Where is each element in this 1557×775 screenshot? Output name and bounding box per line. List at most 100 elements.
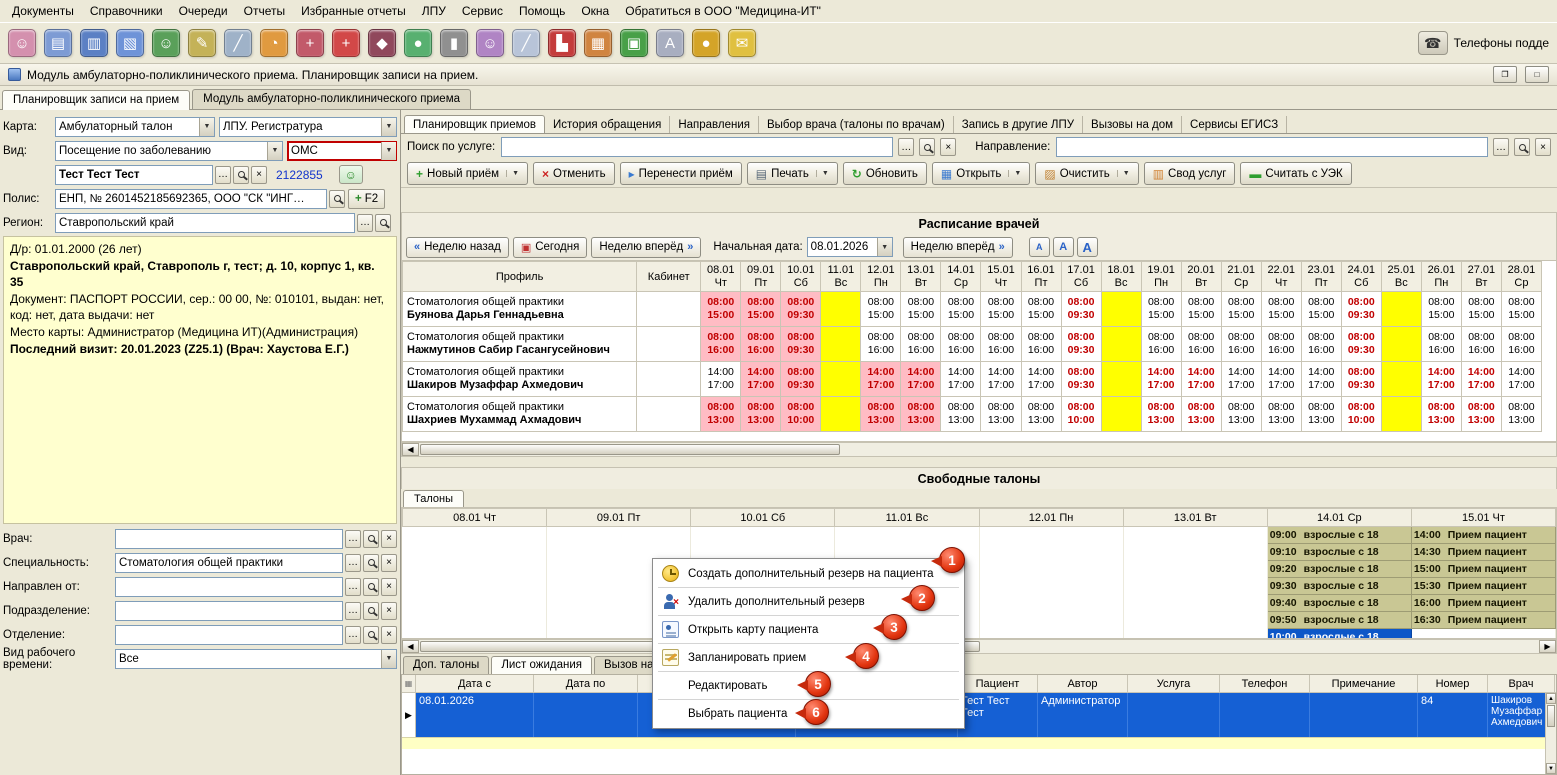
ticket-slot[interactable]: 14:00Прием пациент [1411, 527, 1555, 544]
bottom-tab[interactable]: Доп. талоны [403, 656, 489, 674]
schedule-cell[interactable]: 08:0015:00 [741, 292, 781, 327]
schedule-cell[interactable]: 08:0016:00 [901, 327, 941, 362]
schedule-cell[interactable]: 08:0016:00 [701, 327, 741, 362]
doctor-cell[interactable]: Стоматология общей практикиНажмутинов Са… [403, 327, 637, 362]
doctor-cell[interactable]: Стоматология общей практикиШахриев Мухам… [403, 397, 637, 432]
schedule-cell[interactable] [821, 327, 861, 362]
waitlist-empty-row[interactable] [402, 737, 1556, 749]
week-back-button[interactable]: « Неделю назад [406, 237, 509, 258]
schedule-cell[interactable] [1101, 397, 1141, 432]
schedule-cell[interactable] [1101, 327, 1141, 362]
dropdown-arrow-icon[interactable]: ▼ [506, 170, 519, 177]
week-forward-button[interactable]: Неделю вперёд » [591, 237, 701, 258]
schedule-cell[interactable]: 08:0016:00 [861, 327, 901, 362]
search-button[interactable] [363, 554, 379, 572]
context-menu-item[interactable]: Запланировать прием [655, 645, 962, 670]
schedule-clock-icon[interactable]: ◔ [260, 29, 288, 57]
ticket-slot[interactable]: 09:20взрослые с 18 [1267, 561, 1411, 578]
security-card-icon[interactable]: ▣ [620, 29, 648, 57]
documents-icon[interactable]: ▤ [44, 29, 72, 57]
today-button[interactable]: ▣ Сегодня [513, 237, 587, 258]
document-a-icon[interactable]: A [656, 29, 684, 57]
schedule-cell[interactable]: 14:0017:00 [701, 362, 741, 397]
menubar-item[interactable]: Справочники [82, 1, 171, 21]
doctor-icon[interactable]: ☺ [476, 29, 504, 57]
schedule-cell[interactable]: 08:0009:30 [1061, 292, 1101, 327]
dropdown-arrow-icon[interactable]: ▼ [816, 170, 829, 177]
schedule-cell[interactable]: 08:0016:00 [1501, 327, 1541, 362]
tickets-tab[interactable]: Талоны [403, 490, 464, 507]
padlock-icon[interactable]: ● [692, 29, 720, 57]
waitlist-selected-row[interactable]: ▶ 08.01.2026Тест Тест ТестАдминистратор8… [402, 693, 1556, 737]
schedule-cell[interactable]: 14:0017:00 [1461, 362, 1501, 397]
schedule-cell[interactable]: 08:0009:30 [1341, 292, 1381, 327]
schedule-cell[interactable]: 08:0013:00 [901, 397, 941, 432]
font-size-button[interactable]: A [1029, 237, 1050, 257]
lpu-select[interactable]: ЛПУ. Регистратура ▼ [219, 117, 397, 137]
clear-button[interactable]: × [940, 138, 956, 156]
scroll-down-icon[interactable]: ▼ [1546, 763, 1556, 774]
search-button[interactable] [919, 138, 935, 156]
schedule-cell[interactable]: 14:0017:00 [1221, 362, 1261, 397]
schedule-cell[interactable]: 14:0017:00 [901, 362, 941, 397]
clear-button[interactable]: × [381, 602, 397, 620]
ticket-slot[interactable]: 09:30взрослые с 18 [1267, 578, 1411, 595]
ticket-slot[interactable]: 09:10взрослые с 18 [1267, 544, 1411, 561]
schedule-cell[interactable]: 08:0016:00 [1181, 327, 1221, 362]
syringe-icon[interactable]: ╱ [224, 29, 252, 57]
medications-icon[interactable]: + [296, 29, 324, 57]
more-button[interactable]: … [345, 578, 361, 596]
schedule-cell[interactable]: 08:0013:00 [1421, 397, 1461, 432]
scroll-left-icon[interactable]: ◀ [402, 443, 419, 456]
schedule-cell[interactable]: 08:0013:00 [1021, 397, 1061, 432]
schedule-cell[interactable]: 14:0017:00 [1021, 362, 1061, 397]
schedule-cell[interactable]: 08:0015:00 [1301, 292, 1341, 327]
search-button[interactable] [363, 626, 379, 644]
support-phones-button[interactable]: ☎ Телефоны подде [1418, 31, 1549, 55]
schedule-cell[interactable]: 08:0015:00 [1141, 292, 1181, 327]
menubar-item[interactable]: Сервис [454, 1, 511, 21]
ticket-slot-selected[interactable]: 10:00взрослые с 18 [1267, 629, 1411, 640]
schedule-cell[interactable]: 08:0015:00 [941, 292, 981, 327]
schedule-hscrollbar[interactable]: ◀ [401, 442, 1557, 457]
schedule-cell[interactable]: 08:0015:00 [1221, 292, 1261, 327]
panel-tab[interactable]: Вызовы на дом [1083, 116, 1182, 133]
schedule-cell[interactable]: 08:0010:00 [1061, 397, 1101, 432]
schedule-cell[interactable]: 08:0009:30 [781, 292, 821, 327]
menubar-item[interactable]: Окна [573, 1, 617, 21]
services-icon[interactable]: ◆ [368, 29, 396, 57]
schedule-cell[interactable]: 14:0017:00 [1501, 362, 1541, 397]
ticket-slot[interactable]: 15:00Прием пациент [1411, 561, 1555, 578]
font-size-button[interactable]: A [1077, 237, 1098, 257]
schedule-cell[interactable]: 14:0017:00 [1181, 362, 1221, 397]
patient-input[interactable]: Тест Тест Тест [55, 165, 213, 185]
schedule-cell[interactable]: 08:0013:00 [1181, 397, 1221, 432]
more-button[interactable]: … [357, 214, 373, 232]
more-button[interactable]: … [898, 138, 914, 156]
search-button[interactable] [233, 166, 249, 184]
action-button[interactable]: ▤Печать▼ [747, 162, 838, 185]
schedule-cell[interactable]: 08:0016:00 [1421, 327, 1461, 362]
menubar-item[interactable]: Очереди [171, 1, 236, 21]
schedule-cell[interactable]: 08:0015:00 [701, 292, 741, 327]
doctor-cell[interactable]: Стоматология общей практикиШакиров Музаф… [403, 362, 637, 397]
scroll-thumb[interactable] [1547, 705, 1555, 727]
chevron-down-icon[interactable]: ▼ [877, 238, 892, 256]
schedule-cell[interactable]: 08:0015:00 [901, 292, 941, 327]
schedule-cell[interactable]: 08:0013:00 [981, 397, 1021, 432]
schedule-cell[interactable] [821, 292, 861, 327]
chat-icon[interactable]: ✉ [728, 29, 756, 57]
ticket-slot[interactable]: 14:30Прием пациент [1411, 544, 1555, 561]
napravlen-input[interactable] [115, 577, 343, 597]
action-button[interactable]: ▬Считать с УЭК [1240, 162, 1351, 185]
schedule-cell[interactable] [821, 397, 861, 432]
schedule-cell[interactable]: 14:0017:00 [1301, 362, 1341, 397]
schedule-cell[interactable]: 08:0013:00 [1461, 397, 1501, 432]
action-button[interactable]: ▥Свод услуг [1144, 162, 1236, 185]
direction-input[interactable] [1056, 137, 1488, 157]
action-button[interactable]: ↻Обновить [843, 162, 927, 185]
schedule-cell[interactable] [1381, 397, 1421, 432]
main-tab[interactable]: Модуль амбулаторно-поликлинического прие… [192, 89, 471, 109]
schedule-cell[interactable]: 08:0016:00 [1461, 327, 1501, 362]
search-button[interactable] [375, 214, 391, 232]
